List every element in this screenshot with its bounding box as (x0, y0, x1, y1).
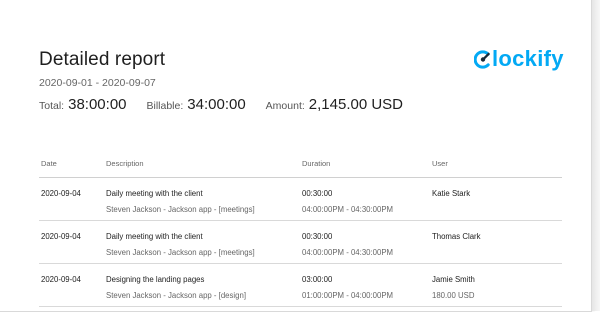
row-details: Steven Jackson - Jackson app - [meetings… (106, 248, 255, 257)
amount-label: Amount: (265, 100, 305, 112)
billable-label: Billable: (146, 100, 184, 112)
billable-value: 34:00:00 (187, 96, 246, 113)
clockify-logo-icon (474, 49, 490, 69)
table-header: Date Description Duration User (39, 151, 562, 178)
column-date: Date (41, 159, 57, 168)
column-user: User (432, 159, 448, 168)
report-totals: Total: 38:00:00 Billable: 34:00:00 Amoun… (39, 96, 423, 113)
clockify-logo: lockify (474, 46, 564, 72)
row-description: Daily meeting with the client (106, 189, 203, 198)
row-date: 2020-09-04 (41, 232, 81, 241)
table-row: 2020-09-04 Designing the landing pages S… (39, 264, 562, 307)
column-duration: Duration (302, 159, 331, 168)
row-user: Katie Stark (432, 189, 471, 198)
row-description: Daily meeting with the client (106, 232, 203, 241)
report-table: Date Description Duration User 2020-09-0… (39, 151, 562, 307)
report-date-range: 2020-09-01 - 2020-09-07 (39, 77, 156, 89)
row-duration: 03:00:00 (302, 275, 333, 284)
row-time-range: 01:00:00PM - 04:00:00PM (302, 291, 394, 300)
row-time-range: 04:00:00PM - 04:30:00PM (302, 248, 394, 257)
report-title: Detailed report (39, 49, 166, 70)
row-description: Designing the landing pages (106, 275, 205, 284)
table-row: 2020-09-04 Daily meeting with the client… (39, 178, 562, 221)
row-date: 2020-09-04 (41, 275, 81, 284)
page-edge-shadow (592, 0, 600, 311)
row-details: Steven Jackson - Jackson app - [design] (106, 291, 246, 300)
total-label: Total: (39, 100, 65, 112)
report-page: Detailed report 2020-09-01 - 2020-09-07 … (0, 0, 592, 312)
row-duration: 00:30:00 (302, 189, 333, 198)
row-details: Steven Jackson - Jackson app - [meetings… (106, 205, 255, 214)
row-user: Thomas Clark (432, 232, 481, 241)
column-description: Description (106, 159, 144, 168)
table-row: 2020-09-04 Daily meeting with the client… (39, 221, 562, 264)
row-duration: 00:30:00 (302, 232, 333, 241)
row-user: Jamie Smith (432, 275, 475, 284)
row-amount: 180.00 USD (432, 291, 475, 300)
total-value: 38:00:00 (68, 96, 127, 113)
logo-text: lockify (492, 46, 564, 71)
amount-value: 2,145.00 USD (308, 96, 404, 113)
row-date: 2020-09-04 (41, 189, 81, 198)
row-time-range: 04:00:00PM - 04:30:00PM (302, 205, 394, 214)
